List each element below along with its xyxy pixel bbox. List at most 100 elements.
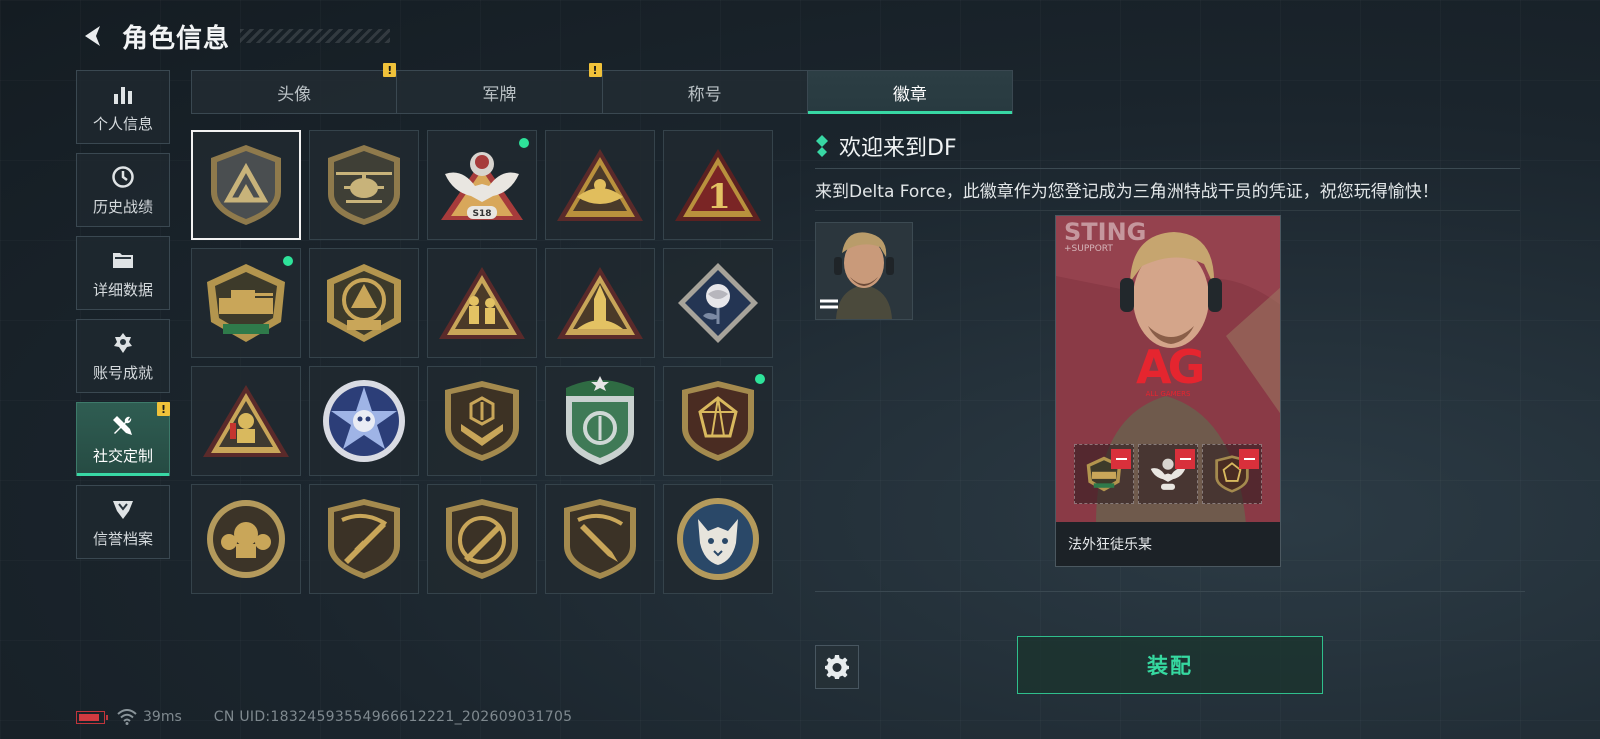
operator-face-image <box>816 223 912 319</box>
sidebar-item-achievements[interactable]: 账号成就 <box>76 319 170 393</box>
battery-level-fill <box>79 713 99 721</box>
svg-text:1: 1 <box>707 177 731 217</box>
equipped-badge-slot[interactable] <box>1138 444 1198 504</box>
badge-cell-number-one[interactable]: 1 <box>663 130 773 240</box>
divider <box>815 210 1520 211</box>
diamond-marker-icon <box>816 135 828 157</box>
card-class-sub: +SUPPORT <box>1064 244 1113 254</box>
title-decoration <box>240 29 391 43</box>
gear-icon <box>825 655 849 679</box>
badge-cell-delta-shield[interactable] <box>191 130 301 240</box>
sidebar-item-history[interactable]: 历史战绩 <box>76 153 170 227</box>
badge-cell-gem-shield[interactable] <box>663 366 773 476</box>
rifle-shield-badge-icon <box>328 499 400 579</box>
wifi-icon <box>117 709 137 725</box>
badge-title: 欢迎来到DF <box>839 136 957 161</box>
fist-round-badge-icon <box>207 500 285 578</box>
badge-cell-rifle-round-shield[interactable] <box>427 484 537 594</box>
sidebar-item-detailed-data[interactable]: 详细数据 <box>76 236 170 310</box>
sidebar-item-label: 详细数据 <box>92 280 153 299</box>
medal-icon <box>110 330 136 356</box>
equip-button[interactable]: 装配 <box>1017 636 1323 694</box>
new-indicator-dot <box>281 254 295 268</box>
tools-icon <box>110 413 136 439</box>
ping-value: 39ms <box>143 709 182 725</box>
badge-cell-rose[interactable] <box>663 248 773 358</box>
badge-cell-rocket[interactable] <box>545 248 655 358</box>
badge-detail-panel: 欢迎来到DF 来到Delta Force，此徽章作为您登记成为三角洲特战干员的凭… <box>815 130 1525 211</box>
badge-grid: S18 1 <box>191 130 773 594</box>
sidebar-item-label: 社交定制 <box>92 446 153 465</box>
s18-eagle-badge-icon: S18 <box>441 152 523 220</box>
tab-label: 头像 <box>277 84 312 105</box>
card-player-name: 法外狂徒乐某 <box>1056 522 1280 566</box>
badge-cell-diver[interactable] <box>191 366 301 476</box>
badge-cell-green-star-shield[interactable] <box>545 366 655 476</box>
nest-triangle-badge-icon <box>557 149 643 221</box>
tab-badge[interactable]: 徽章 <box>807 71 1013 114</box>
sidebar-item-credit-record[interactable]: 信誉档案 <box>76 485 170 559</box>
detail-title-row: 欢迎来到DF <box>815 130 1525 162</box>
knife-shield-badge-icon <box>564 499 636 579</box>
badge-cell-chevron-shield[interactable] <box>427 366 537 476</box>
badge-cell-lynx[interactable] <box>663 484 773 594</box>
alert-badge: ! <box>588 63 602 77</box>
operator-portrait[interactable] <box>815 222 913 320</box>
green-star-shield-badge-icon <box>566 376 634 465</box>
tab-bar: 头像 ! 军牌 ! 称号 徽章 <box>191 63 1013 114</box>
bar-chart-icon <box>110 81 136 107</box>
sidebar-item-label: 账号成就 <box>92 363 153 382</box>
rose-diamond-badge-icon <box>678 263 758 343</box>
back-arrow-icon[interactable] <box>78 21 108 51</box>
card-class-label: STING <box>1064 218 1147 246</box>
team-logo: AG ALL GAMERS <box>1136 340 1205 398</box>
shield-wing-icon <box>110 496 136 522</box>
alert-badge: ! <box>383 63 397 77</box>
sidebar-item-label: 信誉档案 <box>92 529 153 548</box>
tab-avatar[interactable]: 头像 ! <box>192 63 398 113</box>
badge-cell-delta-force-2026[interactable] <box>309 248 419 358</box>
helicopter-badge-icon <box>328 145 400 225</box>
new-indicator-dot <box>753 372 767 386</box>
blue-star-badge-icon <box>323 380 405 462</box>
remove-badge-button[interactable] <box>1111 449 1131 469</box>
new-indicator-dot <box>517 136 531 150</box>
divider <box>815 168 1520 169</box>
badge-cell-knife-shield[interactable] <box>545 484 655 594</box>
status-bar: 39ms CN UID:18324593554966612221_2026090… <box>76 709 572 725</box>
badge-cell-nest[interactable] <box>545 130 655 240</box>
svg-text:S18: S18 <box>472 209 491 219</box>
page-title: 角色信息 <box>122 23 231 54</box>
battery-icon <box>76 710 108 724</box>
sidebar-item-social-custom[interactable]: ! 社交定制 <box>76 402 170 476</box>
badge-cell-blue-star[interactable] <box>309 366 419 476</box>
delta-shield-badge-icon <box>211 145 281 225</box>
chevron-shield-badge-icon <box>445 381 519 461</box>
badge-cell-rifle-shield[interactable] <box>309 484 419 594</box>
sidebar-item-label: 历史战绩 <box>92 197 153 216</box>
team-logo-text: AG <box>1136 340 1205 394</box>
remove-badge-button[interactable] <box>1239 449 1259 469</box>
tab-dog-tag[interactable]: 军牌 ! <box>397 63 603 113</box>
rocket-triangle-badge-icon <box>557 267 643 339</box>
equipped-badges <box>1074 444 1262 504</box>
badge-cell-soldiers[interactable] <box>427 248 537 358</box>
equipped-badge-slot[interactable] <box>1074 444 1134 504</box>
badge-cell-fist[interactable] <box>191 484 301 594</box>
badge-cell-s18-eagle[interactable]: S18 <box>427 130 537 240</box>
sidebar-item-personal-info[interactable]: 个人信息 <box>76 70 170 144</box>
rifle-round-shield-badge-icon <box>446 499 518 579</box>
lynx-round-badge-icon <box>677 498 759 580</box>
equipped-badge-slot[interactable] <box>1202 444 1262 504</box>
tab-title[interactable]: 称号 <box>603 71 808 113</box>
badge-cell-helicopter[interactable] <box>309 130 419 240</box>
delta-force-2026-tank-badge-icon <box>207 264 285 342</box>
folder-icon <box>110 247 136 273</box>
tab-label: 军牌 <box>482 84 517 105</box>
number-one-badge-icon: 1 <box>675 149 761 221</box>
player-uid: CN UID:18324593554966612221_202609031705 <box>213 709 573 725</box>
tab-label: 称号 <box>687 84 722 105</box>
badge-cell-delta-force-2026-tank[interactable] <box>191 248 301 358</box>
settings-button[interactable] <box>815 645 859 689</box>
remove-badge-button[interactable] <box>1175 449 1195 469</box>
